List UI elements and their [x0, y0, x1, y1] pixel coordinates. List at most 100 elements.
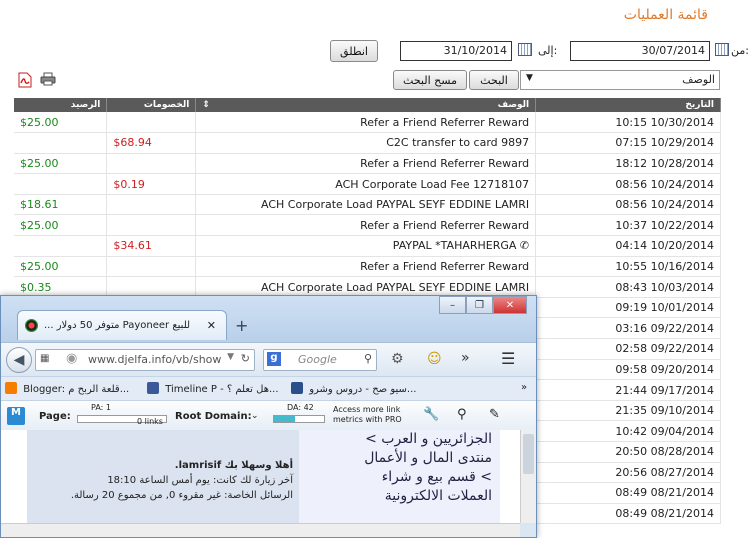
to-date-input[interactable]: 31/10/2014: [400, 41, 512, 61]
close-tab-icon[interactable]: ✕: [207, 319, 216, 332]
cell-balance: [14, 132, 108, 154]
cell-date: 21:44 09/17/2014: [535, 379, 721, 401]
cell-date: 10:37 10/22/2014: [535, 214, 721, 237]
to-calendar-icon[interactable]: [518, 43, 532, 56]
search-button[interactable]: البحث: [469, 70, 519, 90]
cell-deduction: $34.61: [106, 235, 197, 257]
print-icon[interactable]: [40, 72, 56, 86]
cell-date: 08:56 10/24/2014: [535, 173, 721, 195]
moz-page-label: Page:: [39, 411, 71, 422]
table-row: $0.19 ACH Corporate Load Fee 12718107 08:5…: [14, 173, 721, 195]
blogger-icon: [5, 382, 17, 394]
reload-icon[interactable]: ↻: [241, 352, 250, 365]
browser-tab[interactable]: للبيع Payoneer متوفر 50 دولار ... ✕: [17, 310, 227, 340]
cell-date: 10:55 10/16/2014: [535, 256, 721, 278]
from-calendar-icon[interactable]: [715, 43, 729, 56]
clear-search-button[interactable]: مسح البحث: [393, 70, 467, 90]
moz-search-icon[interactable]: ⚲: [457, 407, 467, 422]
navigation-toolbar: ◀ ▦ ◉ www.djelfa.info/vb/show ↻ ▼ g Goog…: [1, 342, 536, 376]
header-deductions[interactable]: الخصومات: [106, 98, 197, 112]
cell-description: C2C transfer to card 9897: [195, 132, 537, 154]
breadcrumb-item[interactable]: > قسم بيع و شراء: [298, 468, 492, 487]
last-visit-text: آخر زيارة لك كانت: يوم أمس الساعة 18:10: [107, 475, 293, 486]
table-row: $25.00 Refer a Friend Referrer Reward 10:5…: [14, 256, 721, 278]
cell-deduction: [106, 214, 197, 237]
header-description-label: الوصف: [497, 100, 530, 110]
cell-date: 21:35 09/10/2014: [535, 400, 721, 422]
horizontal-scrollbar[interactable]: [1, 523, 520, 537]
field-select[interactable]: ▼ الوصف: [520, 70, 720, 90]
mozbar: M Page: PA: 1 0 links Root Domain: ⌄ DA:…: [1, 400, 536, 430]
header-description[interactable]: ⇕ الوصف: [195, 98, 537, 112]
cell-deduction: $0.19: [106, 173, 197, 195]
moz-pa: PA: 1: [91, 403, 111, 412]
cell-balance: $25.00: [14, 153, 108, 175]
facebook-icon: [147, 382, 159, 394]
go-button[interactable]: انطلق: [330, 40, 378, 62]
back-button[interactable]: ◀: [6, 347, 32, 373]
moz-root-domain-label: Root Domain:: [175, 411, 252, 422]
cell-date: 18:12 10/28/2014: [535, 153, 721, 175]
seo-site-icon: [291, 382, 303, 394]
breadcrumb-item[interactable]: العملات الالكترونية: [298, 487, 492, 506]
bookmark-blogger[interactable]: Blogger: قلعة الربح م...: [5, 382, 129, 395]
google-icon: g: [267, 352, 281, 366]
addon-icon[interactable]: ☺: [427, 351, 442, 367]
cell-date: 20:50 08/28/2014: [535, 441, 721, 463]
cell-balance: $25.00: [14, 112, 108, 134]
bookmark-label: Timeline P - هل تعلم ؟...: [165, 384, 279, 395]
cell-balance: [14, 235, 108, 257]
bookmark-label: Blogger: قلعة الربح م...: [23, 384, 130, 395]
restore-button[interactable]: ❐: [466, 296, 493, 314]
cell-date: 03:16 09/22/2014: [535, 317, 721, 340]
forum-breadcrumb: الجزائريين و العرب > منتدى المال و الأعم…: [290, 430, 500, 523]
bookmark-facebook[interactable]: Timeline P - هل تعلم ؟...: [147, 382, 279, 395]
cell-date: 08:56 10/24/2014: [535, 194, 721, 216]
messages-text[interactable]: الرسائل الخاصة: غير مقروء 0, من مجموع 20…: [31, 488, 293, 503]
moz-dropdown-icon[interactable]: ⌄: [251, 411, 259, 421]
da-bar: [273, 415, 325, 423]
overflow-chevron-icon[interactable]: »: [461, 350, 470, 366]
gear-icon[interactable]: ⚙: [391, 351, 404, 367]
url-text: www.djelfa.info/vb/show: [88, 353, 222, 366]
breadcrumb-item[interactable]: منتدى المال و الأعمال: [298, 449, 492, 468]
cell-date: 09:58 09/20/2014: [535, 359, 721, 381]
phone-icon: ✆: [516, 239, 530, 253]
scroll-thumb[interactable]: [523, 434, 534, 474]
from-date-input[interactable]: 30/07/2014: [570, 41, 710, 61]
wrench-icon[interactable]: 🔧: [423, 407, 439, 422]
cell-deduction: [106, 194, 197, 216]
vertical-scrollbar[interactable]: [520, 430, 536, 523]
bookmark-seo[interactable]: سيو صح - دروس وشرو...: [291, 382, 416, 395]
pencil-icon[interactable]: ✎: [489, 407, 500, 422]
minimize-button[interactable]: –: [439, 296, 466, 314]
cell-date: 10:42 09/04/2014: [535, 420, 721, 442]
magnifier-icon[interactable]: ⚲: [364, 352, 372, 365]
url-dropdown-icon[interactable]: ▼: [227, 352, 234, 362]
search-bar[interactable]: g Google ⚲: [263, 349, 377, 371]
cell-date: 20:56 08/27/2014: [535, 462, 721, 484]
close-window-button[interactable]: ✕: [493, 296, 527, 314]
pdf-export-icon[interactable]: [18, 72, 32, 88]
bookmarks-overflow-icon[interactable]: »: [521, 382, 527, 393]
moz-pro-link[interactable]: Access more link metrics with PRO: [333, 405, 413, 425]
page-grid-icon: ▦: [40, 353, 50, 364]
url-bar[interactable]: ▦ ◉ www.djelfa.info/vb/show ↻ ▼: [35, 349, 255, 371]
moz-logo-icon: M: [7, 407, 25, 425]
firefox-window[interactable]: للبيع Payoneer متوفر 50 دولار ... ✕ + – …: [0, 295, 537, 538]
header-balance[interactable]: الرصيد: [14, 98, 108, 112]
to-label: إلى:: [538, 44, 558, 57]
header-date[interactable]: التاريخ: [535, 98, 721, 112]
new-tab-button[interactable]: +: [235, 316, 248, 335]
cell-description: Refer a Friend Referrer Reward: [195, 153, 537, 175]
cell-date: 02:58 09/22/2014: [535, 338, 721, 360]
cell-deduction: [106, 153, 197, 175]
from-label: من:: [731, 44, 749, 57]
table-row: $25.00 Refer a Friend Referrer Reward 10:3…: [14, 214, 721, 237]
table-row: $18.61 ACH Corporate Load PAYPAL SEYF EDD…: [14, 194, 721, 216]
breadcrumb-item[interactable]: الجزائريين و العرب >: [298, 430, 492, 449]
cell-balance: $25.00: [14, 256, 108, 278]
welcome-panel: أهلا وسهلا بك lamrisif. آخر زيارة لك كان…: [27, 430, 299, 523]
cell-date: 09:19 10/01/2014: [535, 297, 721, 319]
menu-icon[interactable]: ☰: [501, 349, 515, 368]
